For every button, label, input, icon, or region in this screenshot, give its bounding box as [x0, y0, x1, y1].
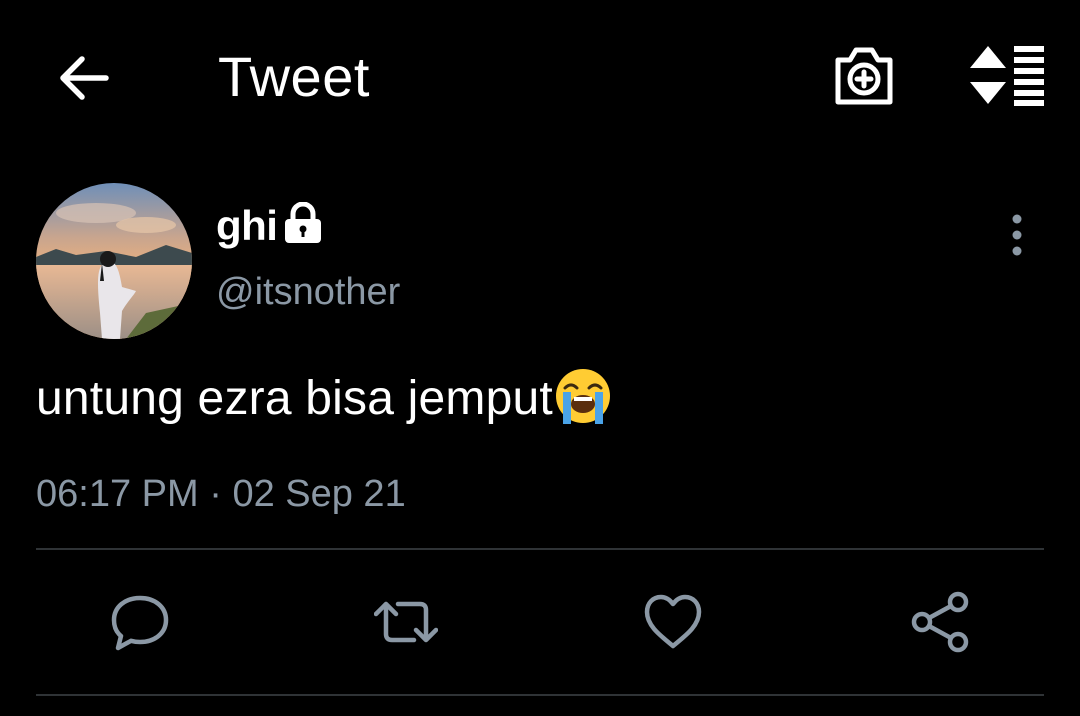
divider [36, 548, 1044, 550]
share-icon[interactable] [908, 590, 972, 654]
tweet-time: 06:17 PM [36, 473, 199, 515]
author-handle[interactable]: @itsnother [216, 268, 400, 316]
avatar[interactable] [36, 183, 192, 339]
tweet-date: 02 Sep 21 [232, 473, 406, 515]
top-bar: Tweet [0, 0, 1080, 150]
loudly-crying-face-icon [555, 369, 610, 424]
camera-plus-icon[interactable] [830, 42, 898, 108]
back-arrow-icon[interactable] [50, 45, 116, 111]
reply-icon[interactable] [108, 590, 172, 654]
meta-separator: · [209, 473, 222, 515]
divider [36, 694, 1044, 696]
more-vertical-icon[interactable] [1000, 210, 1034, 260]
sort-list-icon[interactable] [966, 42, 1050, 108]
tweet-text: untung ezra bisa jemput [36, 366, 613, 430]
lock-icon [285, 202, 321, 243]
tweet-timestamp: 06:17 PM · 02 Sep 21 [36, 470, 406, 518]
retweet-icon[interactable] [374, 590, 438, 654]
like-icon[interactable] [641, 590, 705, 654]
tweet-text-content: untung ezra bisa jemput [36, 372, 553, 425]
author-display-name[interactable]: ghi [216, 200, 278, 252]
page-title: Tweet [218, 45, 370, 108]
